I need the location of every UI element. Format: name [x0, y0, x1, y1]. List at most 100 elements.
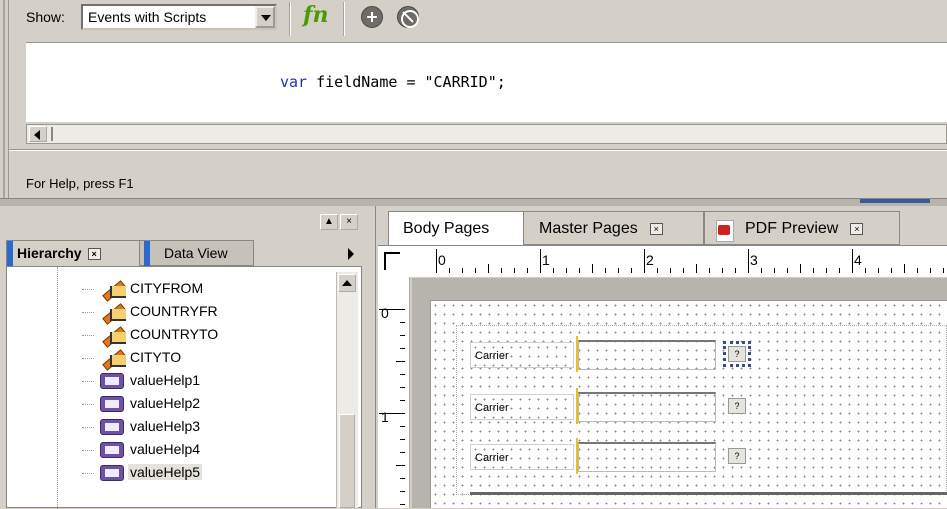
- ruler-h-label: 0: [438, 252, 446, 268]
- tree-item-valuehelp1[interactable]: valueHelp1: [82, 371, 324, 391]
- tab-label: PDF Preview: [745, 220, 839, 237]
- button-object-icon: [100, 419, 124, 435]
- ruler-tick: [501, 268, 502, 273]
- ruler-tick: [618, 268, 619, 273]
- carrier-field-1[interactable]: Carrier ?: [470, 336, 756, 372]
- splitter-grip-icon[interactable]: [860, 199, 930, 203]
- value-help-button[interactable]: ?: [728, 448, 746, 464]
- code-keyword: var: [280, 73, 308, 91]
- vertical-ruler: 01: [378, 277, 410, 508]
- button-object-icon: [100, 373, 124, 389]
- show-events-select[interactable]: Events with Scripts: [81, 4, 277, 30]
- ruler-tick: [644, 249, 645, 273]
- add-event-icon[interactable]: [361, 6, 383, 28]
- function-button[interactable]: fn: [303, 2, 335, 32]
- code-identifier: fieldName: [307, 73, 407, 91]
- tab-scroll-right-icon[interactable]: [348, 248, 354, 260]
- ruler-tick: [436, 249, 437, 273]
- script-code-editor[interactable]: var fieldName = "CARRID";: [26, 42, 947, 122]
- code-string: "CARRID";: [415, 73, 506, 91]
- tree-item-label: valueHelp3: [130, 418, 201, 434]
- tab-label: Body Pages: [403, 220, 490, 237]
- ruler-tick: [579, 268, 580, 273]
- ruler-tick: [475, 268, 476, 273]
- ruler-tick: [891, 268, 892, 273]
- ruler-tick: [396, 361, 405, 362]
- show-select-value: Events with Scripts: [88, 9, 207, 25]
- panel-splitter[interactable]: [0, 198, 947, 206]
- ruler-tick: [839, 268, 840, 273]
- ruler-tick: [462, 268, 463, 273]
- tree-vertical-scrollbar[interactable]: [336, 272, 358, 508]
- ruler-tick: [400, 335, 405, 336]
- ruler-tick: [696, 264, 697, 273]
- value-help-button[interactable]: ?: [728, 398, 746, 414]
- scroll-left-icon[interactable]: [29, 126, 47, 142]
- tree-item-valuehelp2[interactable]: valueHelp2: [82, 394, 324, 414]
- ruler-tick: [943, 268, 944, 273]
- tree-item-label: valueHelp1: [130, 372, 201, 388]
- toolbar-separator: [343, 2, 345, 36]
- editor-horizontal-scrollbar[interactable]: [26, 124, 947, 144]
- field-input-box[interactable]: [578, 442, 716, 472]
- scroll-thumb[interactable]: [339, 414, 355, 508]
- ruler-tick: [488, 264, 489, 273]
- tree-item-label: CITYTO: [130, 349, 182, 365]
- ruler-tick: [592, 264, 593, 273]
- chevron-down-icon[interactable]: [255, 6, 275, 28]
- ruler-tick: [527, 268, 528, 273]
- field-input-box[interactable]: [578, 392, 716, 422]
- tree-item-valuehelp5[interactable]: valueHelp5: [82, 463, 324, 483]
- tab-master-pages[interactable]: Master Pages ×: [522, 211, 704, 245]
- tree-item-countryto[interactable]: COUNTRYTO: [82, 323, 324, 345]
- tree-item-label: CITYFROM: [130, 280, 204, 296]
- tree-item-cityfrom[interactable]: CITYFROM: [82, 279, 324, 299]
- ruler-tick: [553, 268, 554, 273]
- close-icon[interactable]: ×: [87, 248, 101, 261]
- ruler-tick: [631, 268, 632, 273]
- panel-grip[interactable]: [0, 0, 9, 200]
- ruler-tick: [709, 268, 710, 273]
- remove-event-icon[interactable]: [397, 6, 419, 28]
- maximize-icon[interactable]: ▲: [320, 214, 338, 230]
- tab-hierarchy[interactable]: Hierarchy ×: [6, 240, 140, 266]
- status-separator: [9, 149, 947, 151]
- tree-item-valuehelp4[interactable]: valueHelp4: [82, 440, 324, 460]
- text-field-icon: [98, 323, 126, 345]
- ruler-tick: [761, 268, 762, 273]
- field-input-box[interactable]: [578, 340, 716, 370]
- tree-item-valuehelp3[interactable]: valueHelp3: [82, 417, 324, 437]
- carrier-field-2[interactable]: Carrier ?: [470, 388, 756, 424]
- value-help-button[interactable]: ?: [723, 341, 751, 367]
- ruler-tick: [735, 268, 736, 273]
- button-object-icon: [100, 396, 124, 412]
- ruler-tick: [787, 268, 788, 273]
- ruler-tick: [400, 478, 405, 479]
- ruler-tick: [400, 491, 405, 492]
- tree-item-countryfr[interactable]: COUNTRYFR: [82, 302, 324, 322]
- tab-data-view[interactable]: Data View: [140, 240, 254, 266]
- ruler-tick: [826, 268, 827, 273]
- tab-label: Master Pages: [539, 220, 638, 237]
- ruler-tick: [400, 439, 405, 440]
- tree-item-label: valueHelp2: [130, 395, 201, 411]
- field-divider-line: [470, 492, 947, 495]
- scroll-thumb[interactable]: [51, 127, 53, 141]
- carrier-field-3[interactable]: Carrier ?: [470, 438, 756, 474]
- close-icon[interactable]: ×: [340, 214, 358, 230]
- ruler-tick: [852, 249, 853, 273]
- ruler-tick: [657, 268, 658, 273]
- text-field-icon: [98, 346, 126, 368]
- ruler-tick: [400, 322, 405, 323]
- close-icon[interactable]: ×: [649, 222, 663, 235]
- tab-body-pages[interactable]: Body Pages: [388, 211, 524, 245]
- ruler-h-label: 3: [750, 252, 758, 268]
- ruler-h-label: 4: [854, 252, 862, 268]
- tree-item-cityto[interactable]: CITYTO: [82, 346, 324, 368]
- close-icon[interactable]: ×: [850, 222, 864, 235]
- scroll-up-icon[interactable]: [338, 274, 356, 292]
- ruler-tick: [748, 249, 749, 273]
- field-caption: Carrier: [470, 342, 574, 368]
- panel-window-controls: ▲ ×: [320, 214, 360, 234]
- ruler-tick: [396, 465, 405, 466]
